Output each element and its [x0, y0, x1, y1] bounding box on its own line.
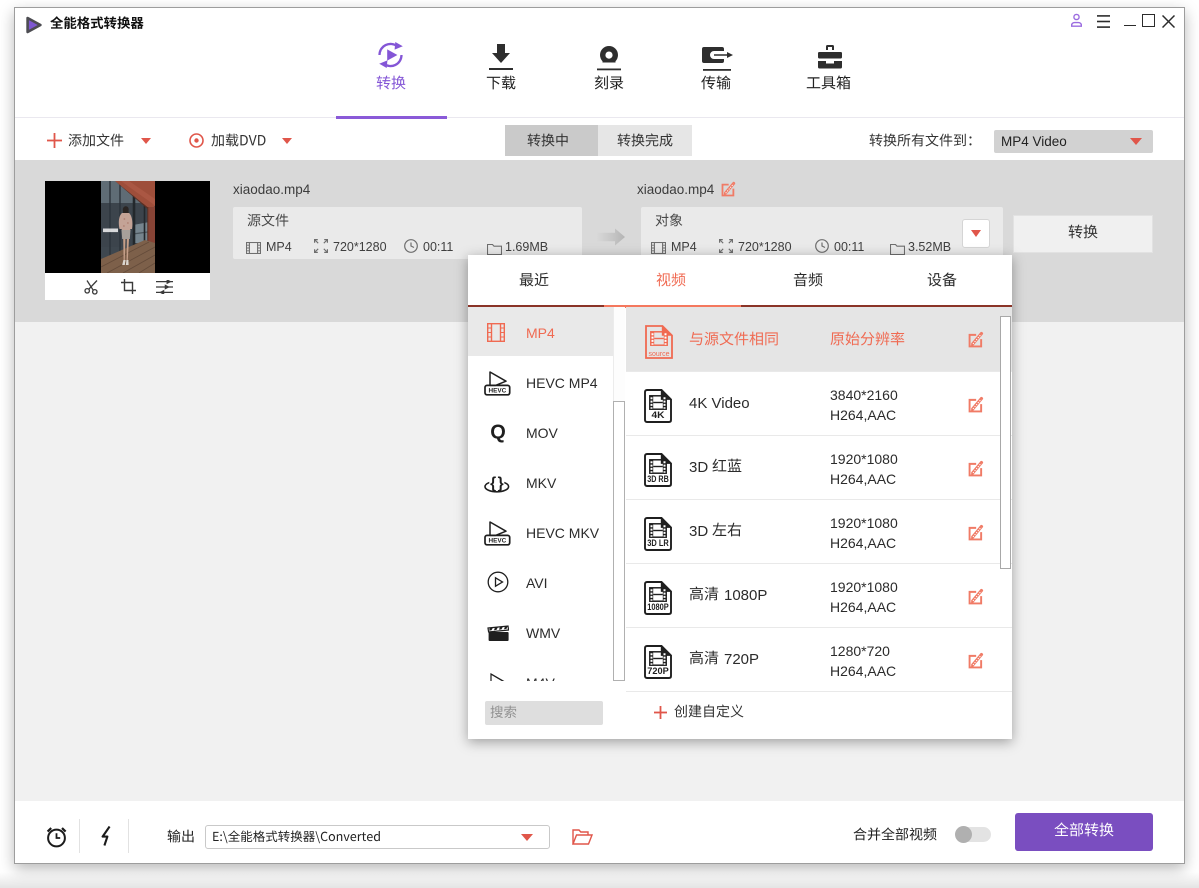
svg-text:HEVC: HEVC — [489, 538, 507, 545]
svg-text:source: source — [648, 351, 669, 358]
svg-text:4K: 4K — [652, 410, 665, 421]
svg-text:HEVC: HEVC — [489, 388, 507, 395]
svg-text:3D RB: 3D RB — [647, 474, 669, 485]
svg-text:3D LR: 3D LR — [647, 538, 669, 549]
svg-text:Q: Q — [490, 422, 506, 444]
svg-text:{: { — [490, 475, 496, 492]
svg-text:}: } — [498, 475, 504, 492]
svg-text:1080P: 1080P — [647, 602, 669, 613]
svg-text:720P: 720P — [647, 666, 669, 677]
